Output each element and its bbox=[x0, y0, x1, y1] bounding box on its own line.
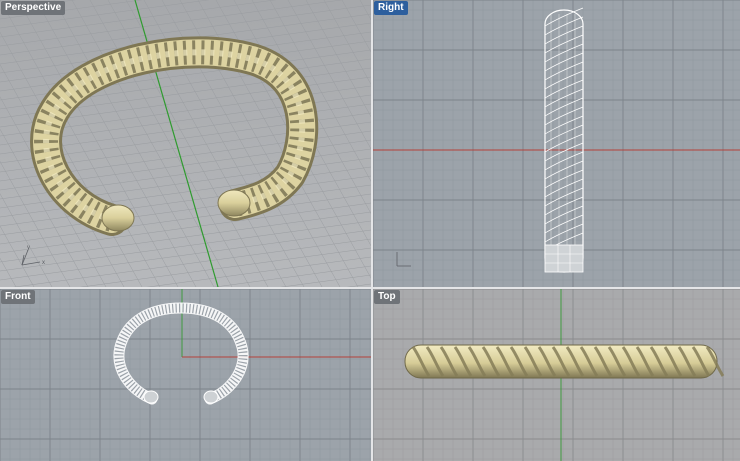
bangle-end-cap bbox=[217, 189, 251, 217]
top-viewport[interactable]: Top bbox=[373, 289, 740, 461]
bangle-model-top[interactable] bbox=[404, 344, 725, 379]
viewport-splitter-horizontal[interactable] bbox=[0, 287, 740, 289]
axis-label-y: y bbox=[27, 245, 30, 251]
front-viewport[interactable]: Front bbox=[0, 289, 371, 461]
right-viewport[interactable]: Right bbox=[373, 0, 740, 287]
viewport-title-perspective[interactable]: Perspective bbox=[1, 1, 66, 15]
viewport-splitter-vertical[interactable] bbox=[371, 0, 373, 461]
viewport-layout: x y Perspective Right Front Top bbox=[0, 0, 740, 461]
viewport-title-front[interactable]: Front bbox=[1, 290, 35, 304]
bangle-end-cap bbox=[101, 204, 135, 232]
right-canvas[interactable] bbox=[373, 0, 740, 287]
perspective-canvas[interactable]: x y bbox=[0, 0, 371, 287]
perspective-viewport[interactable]: x y Perspective bbox=[0, 0, 371, 287]
viewport-title-right[interactable]: Right bbox=[374, 1, 408, 15]
axis-label-x: x bbox=[42, 260, 45, 266]
top-canvas[interactable] bbox=[373, 289, 740, 461]
viewport-title-top[interactable]: Top bbox=[374, 290, 400, 304]
front-canvas[interactable] bbox=[0, 289, 371, 461]
